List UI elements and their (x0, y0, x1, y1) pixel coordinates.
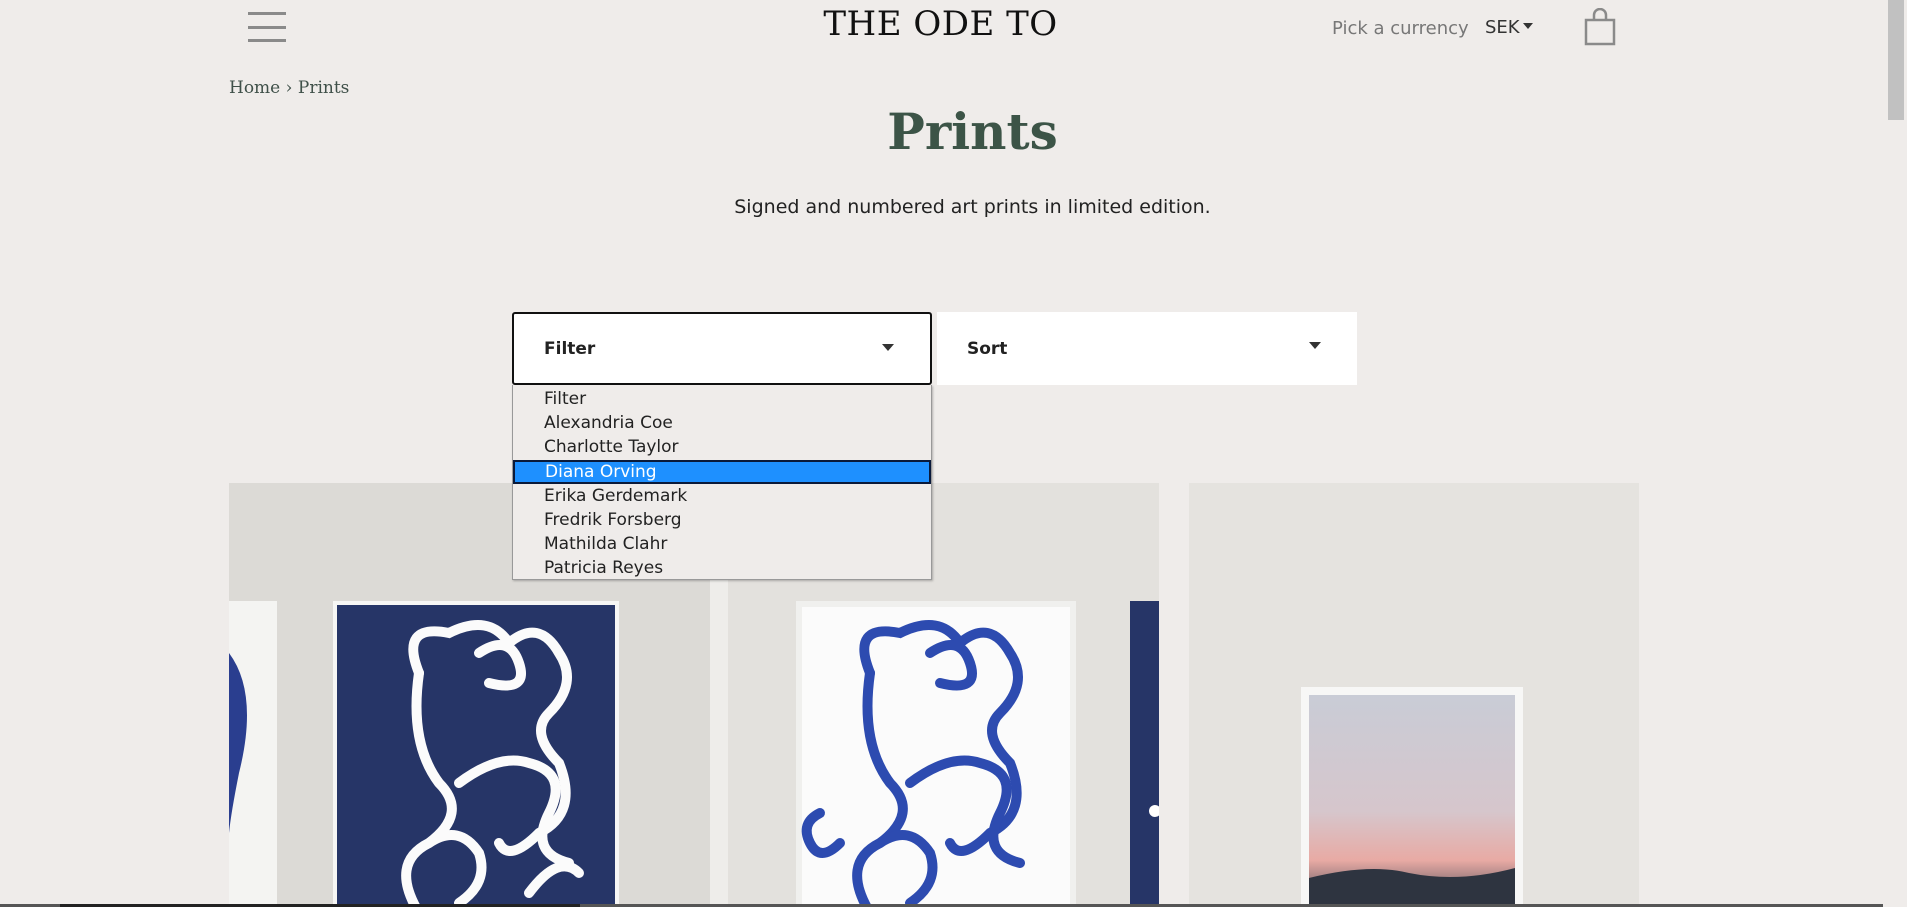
filter-option[interactable]: Alexandria Coe (513, 411, 931, 435)
breadcrumb-separator: › (285, 78, 293, 98)
currency-value: SEK (1485, 17, 1520, 38)
filter-select-label: Filter (544, 338, 596, 359)
sunset-print-artwork (1189, 483, 1639, 907)
sort-select[interactable]: Sort (937, 312, 1357, 385)
page-title: Prints (887, 102, 1058, 161)
filter-option[interactable]: Fredrik Forsberg (513, 508, 931, 532)
menu-line (248, 12, 286, 15)
filter-option[interactable]: Patricia Reyes (513, 556, 931, 580)
page-subtitle: Signed and numbered art prints in limite… (734, 196, 1211, 218)
filter-option[interactable]: Mathilda Clahr (513, 532, 931, 556)
breadcrumb: Home › Prints (229, 78, 349, 98)
chevron-down-icon (1309, 342, 1321, 349)
filter-option[interactable]: Filter (513, 387, 931, 411)
product-image-3[interactable] (1189, 483, 1639, 907)
currency-label[interactable]: Pick a currency (1332, 18, 1469, 39)
filter-option[interactable]: Charlotte Taylor (513, 435, 931, 459)
vertical-scrollbar[interactable] (1883, 0, 1907, 907)
chevron-down-icon (882, 344, 894, 351)
site-logo[interactable]: THE ODE TO (0, 4, 1907, 44)
breadcrumb-home-link[interactable]: Home (229, 78, 280, 98)
filter-option-highlighted[interactable]: Diana Orving (513, 459, 931, 484)
menu-line (248, 25, 286, 29)
sort-select-label: Sort (967, 338, 1008, 359)
scrollbar-thumb[interactable] (1888, 0, 1904, 120)
shopping-bag-icon[interactable] (1584, 8, 1616, 46)
chevron-down-icon (1522, 23, 1533, 29)
filter-dropdown-list: Filter Alexandria Coe Charlotte Taylor D… (512, 385, 932, 580)
filter-option[interactable]: Erika Gerdemark (513, 484, 931, 508)
breadcrumb-current: Prints (297, 78, 350, 98)
currency-select[interactable]: SEK (1485, 17, 1533, 38)
hamburger-menu-icon[interactable] (248, 12, 286, 42)
filter-select[interactable]: Filter (512, 312, 932, 385)
menu-line (248, 39, 286, 42)
